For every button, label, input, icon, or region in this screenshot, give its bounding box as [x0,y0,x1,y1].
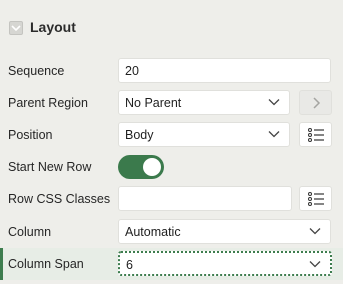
sequence-input[interactable]: 20 [118,58,331,83]
sequence-row: Sequence 20 [0,55,343,87]
position-label: Position [8,128,53,142]
position-value: Body [125,128,154,142]
parent-region-row: Parent Region No Parent [0,87,343,119]
active-row-indicator [0,248,3,280]
column-row: Column Automatic [0,216,343,248]
list-icon [308,192,324,206]
start-new-row-label: Start New Row [8,160,92,174]
chevron-down-icon [11,25,21,32]
chevron-down-icon [309,228,321,235]
chevron-down-icon [268,99,280,106]
position-select[interactable]: Body [118,122,290,147]
start-new-row-toggle[interactable] [118,155,164,179]
row-css-classes-row: Row CSS Classes [0,183,343,215]
chevron-down-icon [268,131,280,138]
collapse-toggle[interactable] [9,21,23,35]
parent-region-label: Parent Region [8,96,88,110]
column-span-label: Column Span [8,257,84,271]
column-value: Automatic [125,225,181,239]
go-to-parent-button[interactable] [299,90,332,115]
start-new-row-row: Start New Row [0,151,343,183]
row-css-classes-label: Row CSS Classes [8,192,111,206]
list-icon [308,128,324,142]
sequence-value: 20 [125,64,139,78]
column-label: Column [8,225,52,239]
property-panel: Layout Sequence 20 Parent Region No Pare… [0,0,343,284]
layout-section-header[interactable]: Layout [0,11,343,47]
column-span-value: 6 [126,258,133,272]
sequence-label: Sequence [8,64,65,78]
column-span-select[interactable]: 6 [118,251,332,276]
position-row: Position Body [0,119,343,151]
chevron-right-icon [313,97,321,109]
chevron-down-icon [309,261,321,268]
column-span-row: Column Span 6 [0,248,343,280]
parent-region-value: No Parent [125,96,182,110]
section-title: Layout [30,19,76,35]
toggle-knob [143,158,161,176]
position-list-button[interactable] [299,122,332,147]
row-css-classes-input[interactable] [118,186,292,211]
row-css-classes-list-button[interactable] [299,186,332,211]
column-select[interactable]: Automatic [118,219,331,244]
parent-region-select[interactable]: No Parent [118,90,290,115]
